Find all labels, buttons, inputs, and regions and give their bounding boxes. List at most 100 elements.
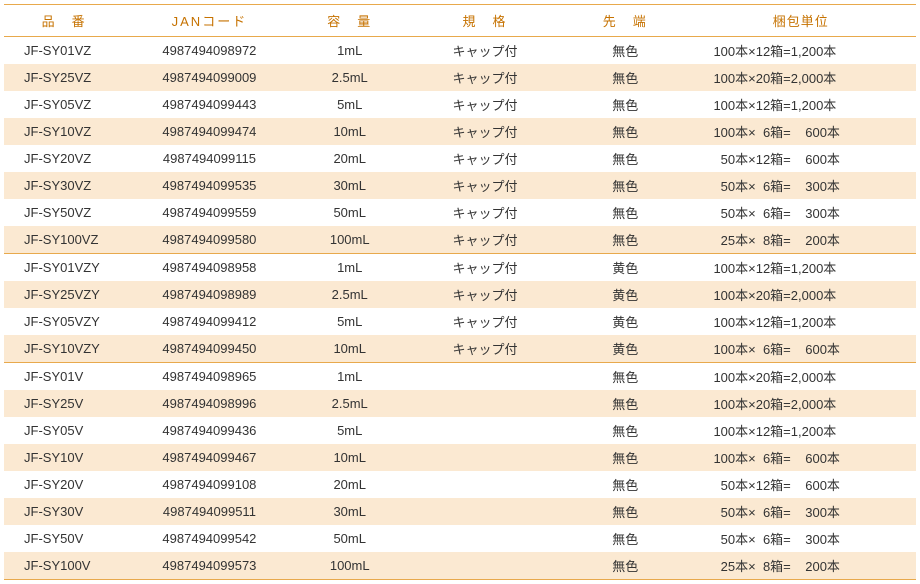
cell-jan: 4987494099467 [124,444,294,471]
table-row: JF-SY01V49874940989651mL無色100本×20箱=2,000… [4,363,916,391]
cell-volume: 5mL [295,417,405,444]
table-row: JF-SY30VZ498749409953530mLキャップ付無色 50本× 6… [4,172,916,199]
cell-spec [405,471,565,498]
cell-tip: 無色 [565,199,685,226]
table-row: JF-SY50VZ498749409955950mLキャップ付無色 50本× 6… [4,199,916,226]
cell-part: JF-SY25V [4,390,124,417]
cell-pack: 100本× 6箱= 600本 [685,335,916,363]
table-row: JF-SY100V4987494099573100mL無色 25本× 8箱= 2… [4,552,916,580]
cell-part: JF-SY20V [4,471,124,498]
cell-tip: 無色 [565,444,685,471]
cell-pack: 100本×12箱=1,200本 [685,417,916,444]
table-row: JF-SY01VZY49874940989581mLキャップ付黄色100本×12… [4,254,916,282]
table-group: JF-SY01VZY49874940989581mLキャップ付黄色100本×12… [4,254,916,363]
cell-part: JF-SY05VZ [4,91,124,118]
cell-tip: 無色 [565,417,685,444]
cell-spec [405,552,565,580]
cell-jan: 4987494099535 [124,172,294,199]
cell-spec [405,444,565,471]
table-row: JF-SY25V49874940989962.5mL無色100本×20箱=2,0… [4,390,916,417]
cell-part: JF-SY20VZ [4,145,124,172]
cell-tip: 無色 [565,64,685,91]
cell-tip: 無色 [565,525,685,552]
cell-tip: 無色 [565,226,685,254]
table-row: JF-SY05VZ49874940994435mLキャップ付無色100本×12箱… [4,91,916,118]
table-row: JF-SY05VZY49874940994125mLキャップ付黄色100本×12… [4,308,916,335]
cell-spec: キャップ付 [405,64,565,91]
cell-volume: 10mL [295,444,405,471]
table-row: JF-SY20VZ498749409911520mLキャップ付無色 50本×12… [4,145,916,172]
cell-tip: 黄色 [565,281,685,308]
cell-spec [405,498,565,525]
table-row: JF-SY25VZ49874940990092.5mLキャップ付無色100本×2… [4,64,916,91]
header-tip: 先 端 [565,5,685,37]
table-row: JF-SY100VZ4987494099580100mLキャップ付無色 25本×… [4,226,916,254]
product-table: 品 番 JANコード 容 量 規 格 先 端 梱包単位 JF-SY01VZ498… [4,4,916,580]
cell-spec: キャップ付 [405,37,565,65]
cell-spec: キャップ付 [405,281,565,308]
cell-pack: 50本×12箱= 600本 [685,145,916,172]
cell-spec [405,390,565,417]
table-row: JF-SY10VZY498749409945010mLキャップ付黄色100本× … [4,335,916,363]
cell-spec: キャップ付 [405,199,565,226]
cell-volume: 10mL [295,335,405,363]
cell-volume: 5mL [295,91,405,118]
cell-part: JF-SY05V [4,417,124,444]
cell-tip: 無色 [565,390,685,417]
cell-jan: 4987494099443 [124,91,294,118]
cell-part: JF-SY01VZ [4,37,124,65]
cell-pack: 100本×20箱=2,000本 [685,363,916,391]
cell-pack: 100本×20箱=2,000本 [685,64,916,91]
cell-pack: 100本×20箱=2,000本 [685,390,916,417]
cell-part: JF-SY01VZY [4,254,124,282]
cell-volume: 10mL [295,118,405,145]
cell-spec: キャップ付 [405,254,565,282]
cell-spec: キャップ付 [405,91,565,118]
cell-jan: 4987494099009 [124,64,294,91]
cell-volume: 50mL [295,199,405,226]
cell-pack: 100本× 6箱= 600本 [685,118,916,145]
cell-spec: キャップ付 [405,172,565,199]
cell-pack: 50本×12箱= 600本 [685,471,916,498]
cell-volume: 30mL [295,498,405,525]
cell-spec [405,363,565,391]
table-row: JF-SY01VZ49874940989721mLキャップ付無色100本×12箱… [4,37,916,65]
cell-part: JF-SY30V [4,498,124,525]
cell-pack: 100本×12箱=1,200本 [685,37,916,65]
cell-jan: 4987494099436 [124,417,294,444]
header-pack: 梱包単位 [685,5,916,37]
cell-spec: キャップ付 [405,226,565,254]
cell-tip: 無色 [565,471,685,498]
cell-part: JF-SY10V [4,444,124,471]
cell-volume: 30mL [295,172,405,199]
cell-jan: 4987494099474 [124,118,294,145]
cell-jan: 4987494098965 [124,363,294,391]
cell-part: JF-SY100VZ [4,226,124,254]
cell-tip: 無色 [565,118,685,145]
cell-jan: 4987494098972 [124,37,294,65]
cell-pack: 100本×12箱=1,200本 [685,254,916,282]
cell-volume: 20mL [295,471,405,498]
cell-volume: 50mL [295,525,405,552]
cell-tip: 無色 [565,552,685,580]
header-jan: JANコード [124,5,294,37]
cell-pack: 25本× 8箱= 200本 [685,552,916,580]
cell-pack: 50本× 6箱= 300本 [685,525,916,552]
cell-part: JF-SY25VZY [4,281,124,308]
cell-jan: 4987494099559 [124,199,294,226]
cell-pack: 100本×12箱=1,200本 [685,91,916,118]
table-row: JF-SY30V498749409951130mL無色 50本× 6箱= 300… [4,498,916,525]
header-part: 品 番 [4,5,124,37]
cell-volume: 1mL [295,37,405,65]
cell-spec [405,525,565,552]
table-row: JF-SY20V498749409910820mL 無色 50本×12箱= 600… [4,471,916,498]
cell-spec [405,417,565,444]
cell-tip: 無色 [565,91,685,118]
cell-jan: 4987494099412 [124,308,294,335]
header-spec: 規 格 [405,5,565,37]
cell-part: JF-SY25VZ [4,64,124,91]
table-row: JF-SY10VZ498749409947410mLキャップ付無色100本× 6… [4,118,916,145]
cell-part: JF-SY10VZ [4,118,124,145]
cell-jan: 4987494099108 [124,471,294,498]
cell-part: JF-SY50V [4,525,124,552]
